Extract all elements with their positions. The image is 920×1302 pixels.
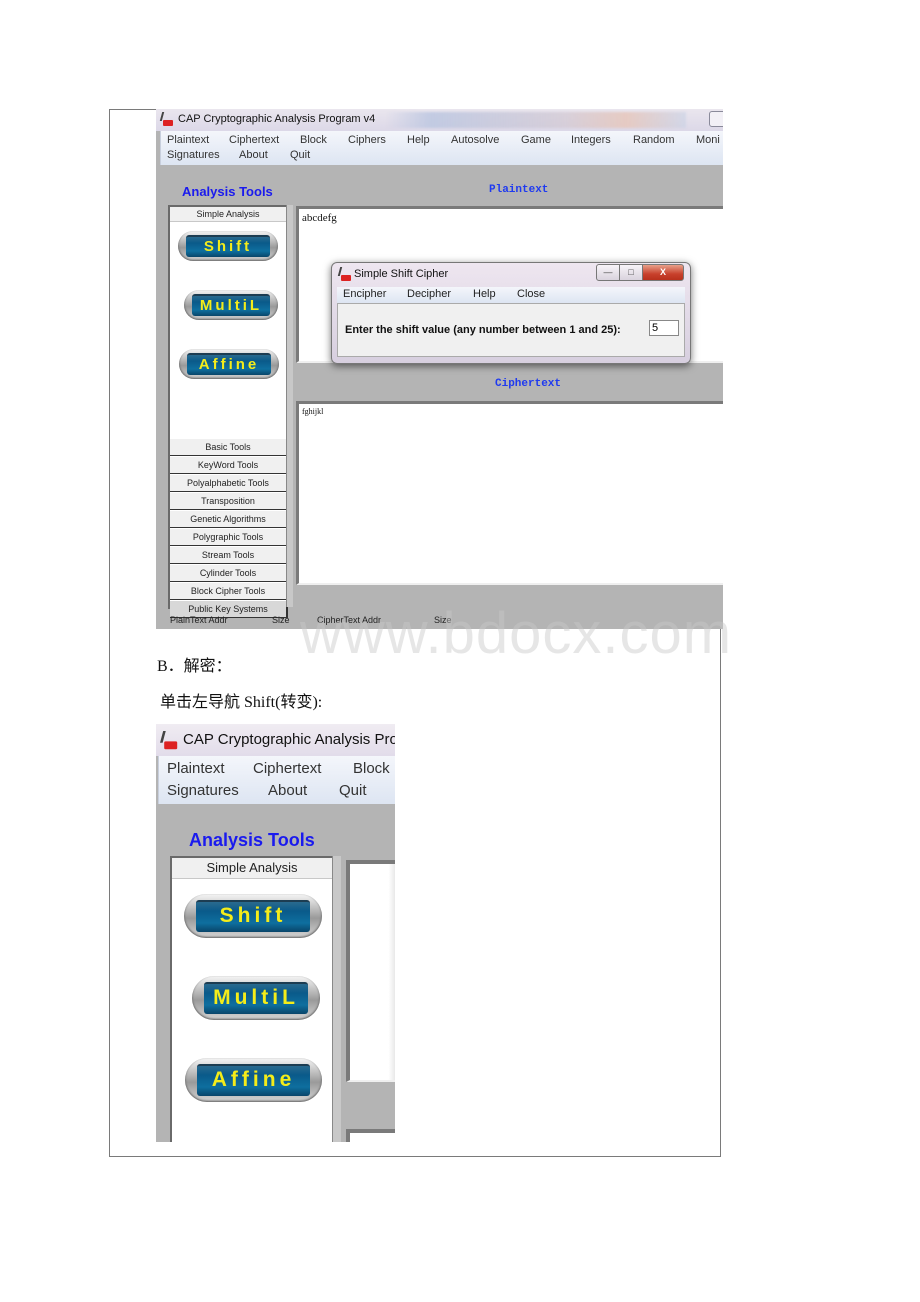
menu-ciphers[interactable]: Ciphers	[348, 134, 386, 146]
window-titlebar: CAP Cryptographic Analysis Program v4	[156, 109, 723, 131]
analysis-tools-title: Analysis Tools	[182, 184, 273, 199]
category-block-cipher-tools[interactable]: Block Cipher Tools	[170, 583, 288, 600]
dialog-close-button[interactable]: X	[642, 264, 684, 281]
affine-button[interactable]: Affine	[179, 349, 279, 379]
category-genetic-algorithms[interactable]: Genetic Algorithms	[170, 511, 288, 528]
status-plaintext-addr: PlainText Addr	[170, 615, 228, 625]
dialog-minimize-button[interactable]: —	[596, 264, 620, 281]
dialog-title: Simple Shift Cipher	[354, 268, 449, 280]
category-transposition[interactable]: Transposition	[170, 493, 288, 510]
zoomed-menu-plaintext[interactable]: Plaintext	[167, 760, 225, 777]
menu-about[interactable]: About	[239, 149, 268, 161]
shift-value-prompt: Enter the shift value (any number betwee…	[345, 324, 621, 336]
zoomed-shift-button-label: Shift	[196, 900, 310, 932]
zoomed-shift-button[interactable]: Shift	[184, 894, 322, 938]
status-ciphertext-addr: CipherText Addr	[317, 615, 382, 625]
zoomed-window-title: CAP Cryptographic Analysis Pro	[183, 731, 395, 748]
menu-block[interactable]: Block	[300, 134, 327, 146]
zoomed-menu-quit[interactable]: Quit	[339, 782, 367, 799]
zoomed-menu-block[interactable]: Block	[353, 760, 390, 777]
category-polygraphic-tools[interactable]: Polygraphic Tools	[170, 529, 288, 546]
category-polyalphabetic-tools[interactable]: Polyalphabetic Tools	[170, 475, 288, 492]
zoomed-analysis-tools-panel: Simple Analysis Shift MultiL Affine	[170, 856, 334, 1142]
zoomed-multil-button[interactable]: MultiL	[192, 976, 320, 1020]
tool-category-list: Basic Tools KeyWord Tools Polyalphabetic…	[170, 439, 288, 619]
zoomed-multil-button-label: MultiL	[204, 982, 308, 1014]
zoomed-ciphertext-area[interactable]	[346, 1129, 395, 1142]
left-panel-scrollbar[interactable]	[286, 205, 293, 607]
analysis-tools-panel: Simple Analysis Shift MultiL Affine Basi…	[168, 205, 288, 618]
category-cylinder-tools[interactable]: Cylinder Tools	[170, 565, 288, 582]
shift-button[interactable]: Shift	[178, 231, 278, 261]
tab-simple-analysis[interactable]: Simple Analysis	[170, 207, 286, 222]
cap-app-screenshot-main: CAP Cryptographic Analysis Program v4 Pl…	[156, 109, 723, 629]
dialog-menu-help[interactable]: Help	[473, 288, 496, 300]
multil-button[interactable]: MultiL	[184, 290, 278, 320]
cap-app-screenshot-zoomed: CAP Cryptographic Analysis Pro Plaintext…	[156, 724, 395, 1142]
dialog-menu-close[interactable]: Close	[517, 288, 545, 300]
menu-quit[interactable]: Quit	[290, 149, 310, 161]
category-basic-tools[interactable]: Basic Tools	[170, 439, 288, 456]
dialog-body: Enter the shift value (any number betwee…	[337, 303, 685, 357]
zoomed-affine-button[interactable]: Affine	[185, 1058, 322, 1102]
menu-monitor[interactable]: Moni	[696, 134, 720, 146]
zoomed-plaintext-area[interactable]	[346, 860, 395, 1082]
zoomed-left-panel-scrollbar[interactable]	[332, 856, 341, 1142]
dialog-menu-encipher[interactable]: Encipher	[343, 288, 386, 300]
dialog-window-controls: — □ X	[596, 264, 686, 281]
instruction-text: 单击左导航 Shift(转变):	[160, 694, 323, 711]
menu-plaintext[interactable]: Plaintext	[167, 134, 209, 146]
menu-autosolve[interactable]: Autosolve	[451, 134, 499, 146]
category-keyword-tools[interactable]: KeyWord Tools	[170, 457, 288, 474]
blurred-taskbar-icons	[386, 112, 686, 128]
window-title: CAP Cryptographic Analysis Program v4	[178, 113, 376, 125]
dialog-maximize-button[interactable]: □	[619, 264, 643, 281]
status-ciphertext-size: Size	[434, 615, 452, 625]
category-stream-tools[interactable]: Stream Tools	[170, 547, 288, 564]
ciphertext-section-title: Ciphertext	[495, 378, 562, 390]
zoomed-menu-about[interactable]: About	[268, 782, 307, 799]
window-minimize-button[interactable]	[709, 111, 723, 127]
menu-help[interactable]: Help	[407, 134, 430, 146]
menu-ciphertext[interactable]: Ciphertext	[229, 134, 279, 146]
ciphertext-area[interactable]: fghijkl	[296, 401, 723, 585]
shift-value-input[interactable]	[649, 320, 679, 336]
zoomed-window-titlebar: CAP Cryptographic Analysis Pro	[156, 724, 395, 756]
cap-app-icon	[159, 112, 173, 127]
simple-shift-cipher-dialog: Simple Shift Cipher — □ X Encipher Decip…	[331, 262, 691, 364]
menu-signatures[interactable]: Signatures	[167, 149, 220, 161]
zoomed-tab-simple-analysis[interactable]: Simple Analysis	[172, 858, 332, 879]
menu-integers[interactable]: Integers	[571, 134, 611, 146]
dialog-menubar: Encipher Decipher Help Close	[337, 287, 685, 303]
menu-game[interactable]: Game	[521, 134, 551, 146]
main-menubar: Plaintext Ciphertext Block Ciphers Help …	[160, 131, 723, 165]
section-heading-decrypt: B．解密：	[157, 658, 232, 675]
dialog-app-icon	[337, 267, 351, 282]
menu-random[interactable]: Random	[633, 134, 675, 146]
zoomed-analysis-tools-title: Analysis Tools	[189, 830, 315, 850]
zoomed-menu-ciphertext[interactable]: Ciphertext	[253, 760, 321, 777]
status-plaintext-size: Size	[272, 615, 290, 625]
zoomed-cap-app-icon	[159, 731, 178, 751]
zoomed-affine-button-label: Affine	[197, 1064, 310, 1096]
zoomed-menubar: Plaintext Ciphertext Block Signatures Ab…	[158, 756, 395, 804]
plaintext-section-title: Plaintext	[489, 184, 549, 196]
zoomed-menu-signatures[interactable]: Signatures	[167, 782, 239, 799]
multil-button-label: MultiL	[192, 294, 270, 316]
shift-button-label: Shift	[186, 235, 270, 257]
dialog-menu-decipher[interactable]: Decipher	[407, 288, 451, 300]
affine-button-label: Affine	[187, 353, 271, 375]
